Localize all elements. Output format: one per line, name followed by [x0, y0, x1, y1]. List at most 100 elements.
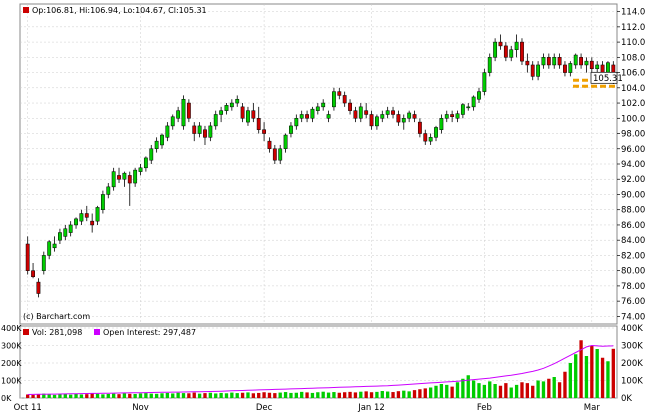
candle-body — [251, 110, 256, 119]
volume-bar — [488, 381, 492, 398]
volume-tick-label-right: 200K — [621, 359, 643, 369]
candle — [181, 95, 186, 130]
candle-body — [514, 41, 519, 50]
candle-body — [74, 218, 78, 226]
volume-tick-label-left: 200K — [1, 359, 22, 368]
candle-body — [229, 102, 234, 108]
volume-bar — [353, 392, 358, 398]
volume-bar — [343, 392, 347, 398]
volume-bar — [240, 392, 245, 398]
candle-body — [127, 175, 132, 184]
candle-body — [58, 232, 62, 241]
candle-body — [364, 110, 369, 115]
volume-bar — [128, 393, 132, 398]
volume-bar — [197, 393, 202, 398]
volume-bar — [117, 394, 121, 398]
candle-body — [391, 110, 395, 115]
volume-bar — [337, 392, 341, 398]
candle-body — [503, 45, 508, 58]
oi-legend-swatch — [94, 329, 100, 335]
volume-bar — [90, 393, 94, 398]
ohlc-legend-swatch — [23, 7, 29, 13]
volume-bar — [310, 392, 315, 398]
candle-body — [428, 137, 433, 142]
candle-body — [525, 60, 530, 66]
candle-body — [138, 167, 143, 172]
volume-bar — [171, 393, 175, 398]
x-tick-label: Feb — [477, 403, 492, 413]
volume-bar — [380, 391, 384, 398]
volume-bar — [375, 391, 379, 398]
volume-bar — [574, 354, 578, 398]
volume-bar — [235, 393, 239, 398]
volume-bar — [364, 391, 368, 398]
volume-bar — [450, 386, 454, 398]
candle-body — [584, 60, 589, 66]
volume-bar — [165, 392, 170, 398]
price-tick-label: 108.00 — [621, 53, 645, 63]
volume-tick-label-right: 400K — [621, 324, 643, 334]
candle-body — [396, 114, 401, 123]
price-tick-label: 78.00 — [621, 282, 645, 292]
candle-body — [79, 213, 84, 222]
volume-tick-label-left: 300K — [1, 342, 22, 351]
candle-body — [106, 186, 111, 195]
candle-body — [36, 281, 41, 294]
price-tick-label: 90.00 — [621, 190, 645, 200]
candle-body — [208, 125, 213, 138]
candle-body — [143, 157, 148, 169]
candle-body — [235, 98, 240, 104]
volume-bar — [230, 392, 234, 398]
candle-body — [240, 106, 245, 119]
candle-body — [557, 57, 562, 66]
x-tick-label: Jan 12 — [357, 403, 385, 413]
candle-body — [348, 102, 352, 111]
volume-tick-label-right: 300K — [621, 342, 643, 352]
volume-bar — [418, 389, 422, 398]
volume-bar — [439, 384, 444, 398]
candle-body — [477, 91, 481, 100]
price-tick-label: 94.00 — [621, 160, 645, 170]
volume-bar — [461, 378, 465, 398]
x-tick-label: Nov — [132, 403, 149, 413]
price-tick-label: 84.00 — [621, 236, 645, 246]
volume-tick-label-right: 100K — [621, 377, 643, 387]
volume-bar — [154, 393, 159, 398]
volume-bar — [214, 393, 218, 398]
volume-bar — [434, 385, 438, 398]
candle-body — [573, 54, 578, 66]
candle-body — [374, 116, 379, 127]
candle — [520, 38, 524, 65]
volume-bar — [557, 382, 562, 398]
price-tick-label: 92.00 — [621, 175, 645, 185]
price-tick-label: 114.00 — [621, 8, 645, 18]
candle-body — [509, 49, 514, 58]
candle-body — [471, 96, 476, 108]
volume-bar — [471, 380, 476, 398]
volume-bar — [262, 392, 266, 398]
x-tick-label: Oct 11 — [14, 403, 42, 413]
candle-body — [186, 102, 191, 119]
x-tick-label: Mar — [584, 403, 601, 413]
volume-bar — [47, 394, 51, 398]
volume-bar — [122, 393, 127, 398]
candle-body — [224, 105, 229, 111]
volume-bar — [611, 348, 615, 398]
candle-body — [52, 243, 57, 249]
candle-body — [321, 102, 326, 108]
price-tick-label: 110.00 — [621, 38, 645, 48]
volume-bar — [504, 383, 508, 398]
candle-body — [337, 91, 342, 96]
candle-body — [460, 104, 465, 115]
candle-body — [310, 108, 315, 119]
volume-bar — [321, 391, 325, 398]
candle-body — [197, 125, 202, 134]
candle-body — [552, 57, 557, 66]
candle-body — [579, 57, 583, 66]
volume-bar — [332, 392, 336, 398]
volume-bar — [552, 377, 556, 398]
candle-body — [455, 113, 460, 119]
candle-body — [278, 148, 283, 161]
volume-bar — [509, 387, 513, 398]
volume-bar — [26, 394, 30, 398]
